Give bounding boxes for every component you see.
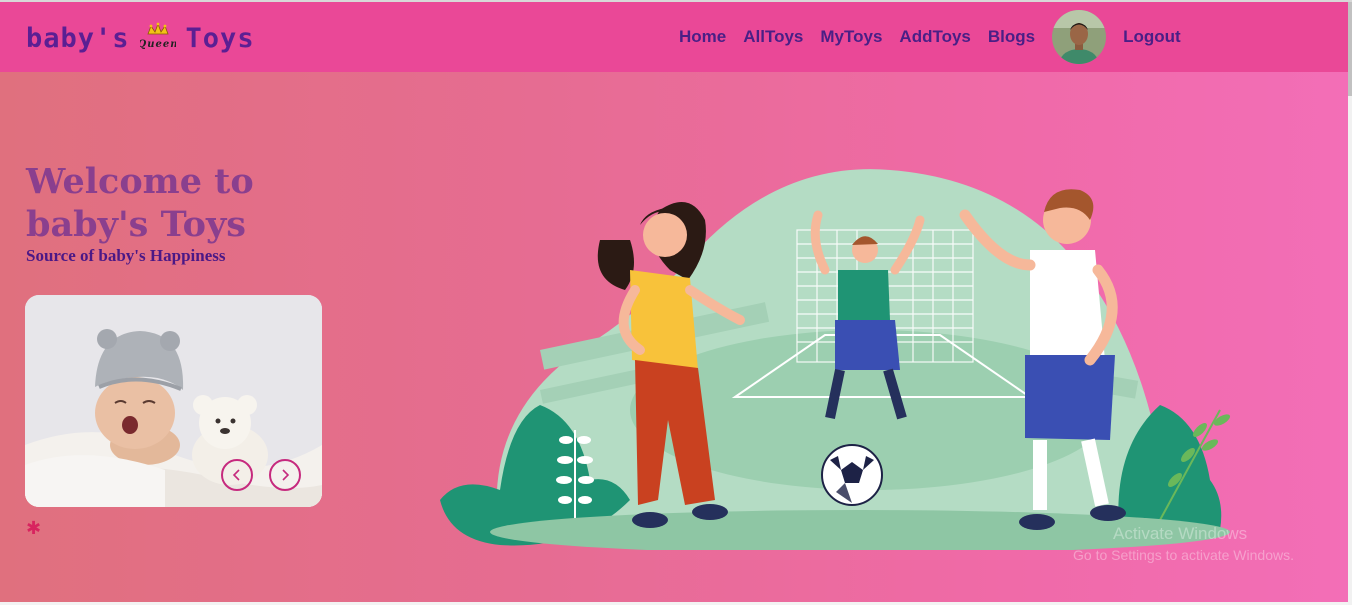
nav-blogs[interactable]: Blogs (988, 27, 1035, 47)
hero-title: Welcome to baby's Toys (26, 161, 254, 245)
hero-subtitle: Source of baby's Happiness (26, 246, 226, 265)
watermark-line-2: Go to Settings to activate Windows. (1073, 547, 1294, 563)
chevron-right-icon (282, 469, 290, 481)
crown-icon: Queen (137, 20, 177, 56)
watermark-line-1: Activate Windows (1113, 524, 1248, 543)
activate-windows-watermark: Activate Windows Go to Settings to activ… (1073, 524, 1294, 563)
logout-link[interactable]: Logout (1123, 27, 1181, 47)
carousel-next-button[interactable] (269, 459, 301, 491)
chevron-left-icon (232, 469, 240, 481)
svg-text:Queen: Queen (140, 39, 176, 50)
kids-playing-football-illustration (440, 169, 1231, 550)
logo-text-left: baby's (26, 22, 130, 54)
nav-home[interactable]: Home (679, 27, 726, 47)
hero-banner: Welcome to baby's Toys Source of baby's … (0, 72, 1348, 602)
logo-text-right: Toys (185, 22, 255, 54)
navbar: baby's Queen Toys Home AllToys MyToys Ad… (0, 2, 1348, 72)
carousel-prev-button[interactable] (221, 459, 253, 491)
nav-my-toys[interactable]: MyToys (820, 27, 882, 47)
image-carousel (25, 295, 322, 507)
site-logo[interactable]: baby's Queen Toys (26, 20, 255, 56)
user-avatar[interactable] (1052, 10, 1107, 64)
bottom-section-icon: ✱ (26, 518, 42, 539)
nav-all-toys[interactable]: AllToys (743, 27, 803, 47)
nav-add-toys[interactable]: AddToys (899, 27, 970, 47)
main-nav: Home AllToys MyToys AddToys Blogs Logout (679, 10, 1198, 64)
scrollbar-thumb[interactable] (1348, 2, 1352, 96)
